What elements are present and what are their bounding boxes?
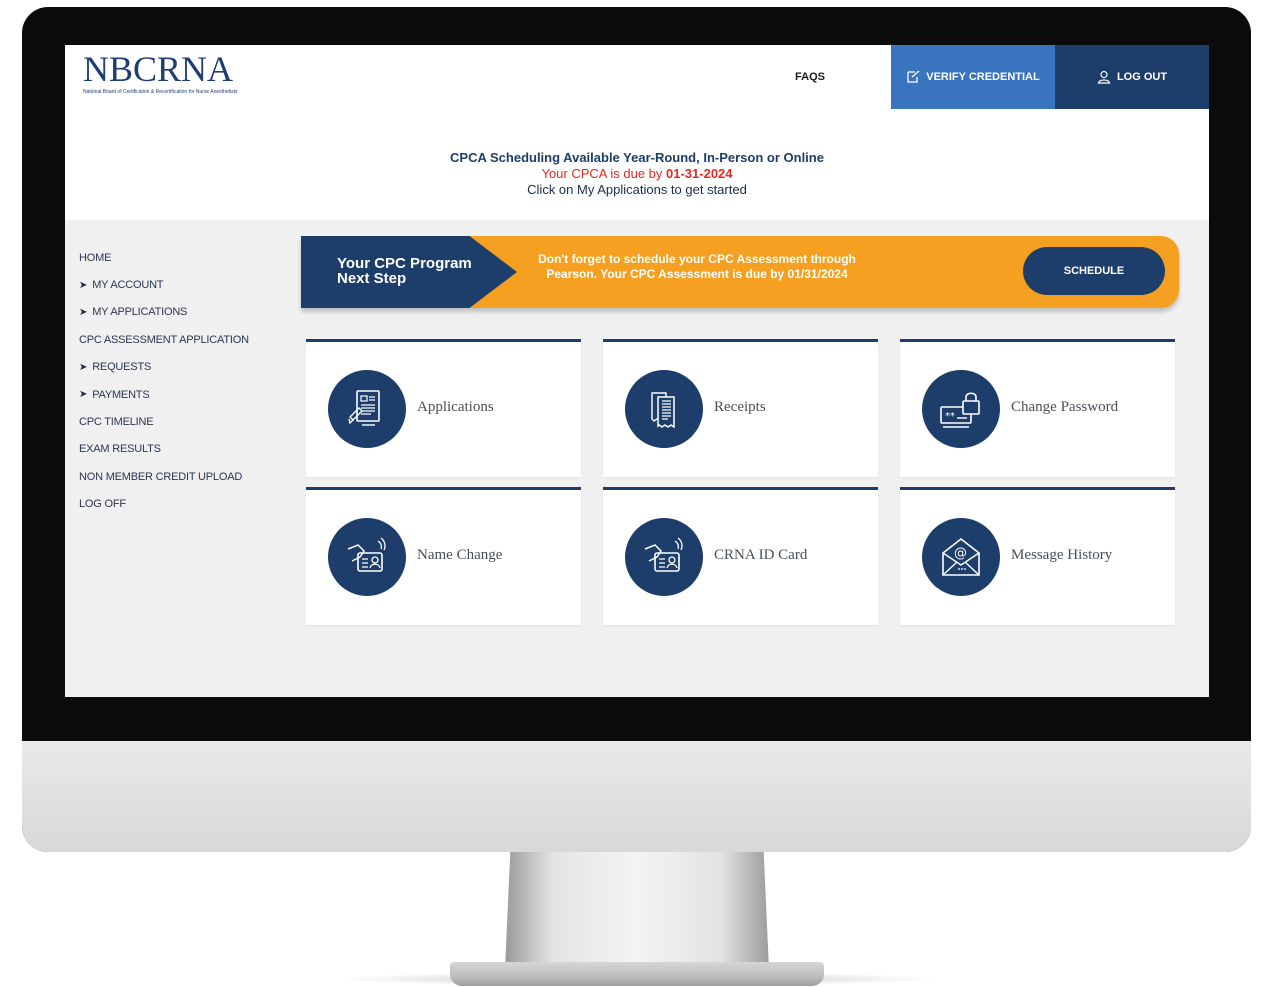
application-form-icon <box>328 370 406 448</box>
email-envelope-icon: @ <box>922 518 1000 596</box>
receipt-icon <box>625 370 703 448</box>
top-navigation-bar: NBCRNA National Board of Certification &… <box>65 45 1209 109</box>
sidebar-item-label: MY ACCOUNT <box>92 279 164 292</box>
password-lock-icon: ** <box>922 370 1000 448</box>
arrow-right-icon: ➤ <box>79 306 88 318</box>
tile-message-history[interactable]: @ Message History <box>900 487 1175 625</box>
id-card-tap-icon <box>625 518 703 596</box>
sidebar-item-cpc-timeline[interactable]: CPC TIMELINE <box>79 408 279 435</box>
tile-label: Receipts <box>714 399 766 415</box>
sidebar-item-label: REQUESTS <box>92 361 152 374</box>
sidebar-item-my-applications[interactable]: ➤ MY APPLICATIONS <box>79 299 279 326</box>
tile-applications[interactable]: Applications <box>306 339 581 477</box>
notice-due: Your CPCA is due by 01-31-2024 <box>65 166 1209 182</box>
cpca-notice: CPCA Scheduling Available Year-Round, In… <box>65 109 1209 220</box>
arrow-right-icon: ➤ <box>79 389 88 401</box>
schedule-button[interactable]: SCHEDULE <box>1023 247 1165 295</box>
tile-receipts[interactable]: Receipts <box>603 339 878 477</box>
monitor-stand-base <box>450 962 824 986</box>
svg-text:**: ** <box>945 411 955 422</box>
logo-text: NBCRNA <box>83 49 234 89</box>
sidebar-item-label: CPC ASSESSMENT APPLICATION <box>79 333 249 346</box>
sidebar-item-label: HOME <box>79 251 112 264</box>
banner-title-line2: Next Step <box>337 270 407 287</box>
tile-crna-id-card[interactable]: CRNA ID Card <box>603 487 878 625</box>
sidebar-item-home[interactable]: HOME <box>79 244 279 271</box>
sidebar-item-exam-results[interactable]: EXAM RESULTS <box>79 436 279 463</box>
sidebar-item-label: MY APPLICATIONS <box>92 306 188 319</box>
sidebar-item-label: CPC TIMELINE <box>79 416 154 429</box>
logo-subtext: National Board of Certification & Recert… <box>83 89 238 95</box>
svg-text:@: @ <box>954 546 967 561</box>
arrow-right-icon: ➤ <box>79 361 88 373</box>
monitor-stand-neck <box>505 852 769 970</box>
banner-message: Don't forget to schedule your CPC Assess… <box>537 252 857 282</box>
sidebar-item-label: EXAM RESULTS <box>79 443 161 456</box>
nbcrna-logo[interactable]: NBCRNA National Board of Certification &… <box>83 51 253 101</box>
tile-label: Change Password <box>1011 399 1119 415</box>
screen: NBCRNA National Board of Certification &… <box>65 45 1209 697</box>
verify-credential-icon <box>906 70 920 84</box>
notice-hint: Click on My Applications to get started <box>527 182 747 197</box>
sidebar-item-payments[interactable]: ➤ PAYMENTS <box>79 381 279 408</box>
sidebar-menu: HOME ➤ MY ACCOUNT ➤ MY APPLICATIONS CPC AS… <box>79 244 279 518</box>
tile-label: CRNA ID Card <box>714 547 808 563</box>
arrow-right-icon: ➤ <box>79 279 88 291</box>
log-out-button[interactable]: LOG OUT <box>1055 45 1209 109</box>
banner-message-line1: Don't forget to schedule your CPC Assess… <box>538 252 856 266</box>
sidebar-item-my-account[interactable]: ➤ MY ACCOUNT <box>79 271 279 298</box>
faqs-link[interactable]: FAQS <box>765 45 855 109</box>
sidebar-item-non-member-credit-upload[interactable]: NON MEMBER CREDIT UPLOAD <box>79 463 279 490</box>
next-step-banner: Your CPC Program Next Step Don't forget … <box>301 236 1179 308</box>
monitor-chin <box>22 741 1251 852</box>
tile-label: Name Change <box>417 547 503 563</box>
banner-message-line2: Pearson. Your CPC Assessment is due by 0… <box>546 267 848 281</box>
banner-title: Your CPC Program Next Step <box>337 256 472 286</box>
verify-credential-button[interactable]: VERIFY CREDENTIAL <box>891 45 1055 109</box>
notice-title: CPCA Scheduling Available Year-Round, In… <box>450 150 824 165</box>
tile-label: Message History <box>1011 547 1113 563</box>
sidebar-item-log-off[interactable]: LOG OFF <box>79 491 279 518</box>
notice-due-prefix: Your CPCA is due by <box>541 166 667 181</box>
log-out-label: LOG OUT <box>1116 71 1168 83</box>
sidebar-item-label: NON MEMBER CREDIT UPLOAD <box>79 470 243 483</box>
tile-change-password[interactable]: ** Change Password <box>900 339 1175 477</box>
user-icon <box>1097 70 1111 84</box>
sidebar-item-label: LOG OFF <box>79 498 126 511</box>
banner-title-line1: Your CPC Program <box>337 255 472 272</box>
id-card-tap-icon <box>328 518 406 596</box>
tile-name-change[interactable]: Name Change <box>306 487 581 625</box>
sidebar-item-cpc-assessment-application[interactable]: CPC ASSESSMENT APPLICATION <box>79 326 279 353</box>
verify-credential-label: VERIFY CREDENTIAL <box>926 71 1040 83</box>
notice-due-date: 01-31-2024 <box>666 166 733 181</box>
sidebar-item-label: PAYMENTS <box>92 388 150 401</box>
tile-label: Applications <box>417 399 494 415</box>
sidebar-item-requests[interactable]: ➤ REQUESTS <box>79 354 279 381</box>
